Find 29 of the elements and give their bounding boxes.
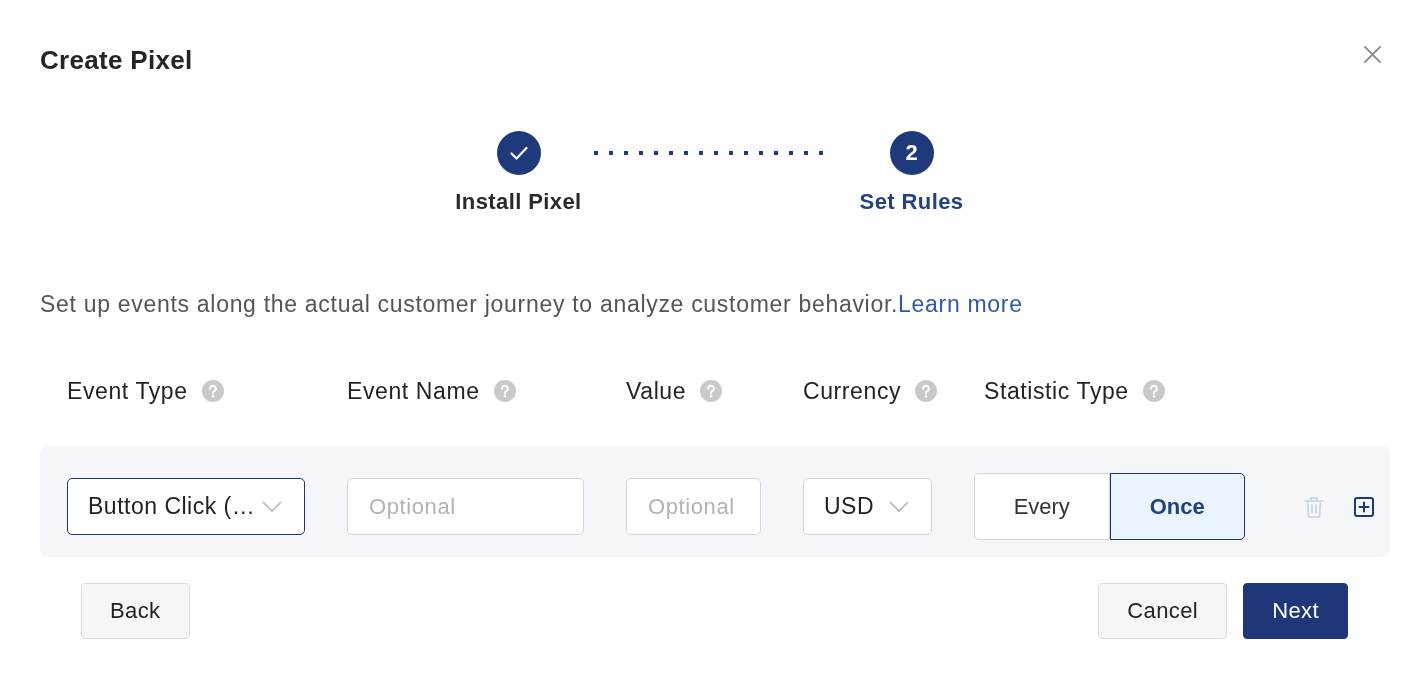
- cancel-button[interactable]: Cancel: [1098, 583, 1228, 639]
- plus-square-icon[interactable]: [1354, 496, 1374, 517]
- help-icon[interactable]: [915, 380, 938, 402]
- column-header: Statistic Type: [984, 377, 1129, 405]
- help-icon[interactable]: [1142, 380, 1165, 402]
- statistic-option[interactable]: Once: [1109, 473, 1245, 540]
- column-header: Event Type: [67, 377, 188, 405]
- event-type-select[interactable]: Button Click (…: [67, 478, 305, 535]
- help-icon[interactable]: [201, 380, 224, 402]
- intro-text: Set up events along the actual customer journey to analyze customer behavior.Learn more: [40, 290, 1023, 318]
- column-header: Value: [626, 377, 687, 405]
- next-button[interactable]: Next: [1243, 583, 1348, 639]
- step-label: Set Rules: [859, 189, 964, 215]
- step-label: Install Pixel: [455, 189, 582, 215]
- chevron-down-icon: [889, 500, 909, 513]
- chevron-down-icon: [262, 500, 282, 513]
- event-name-field[interactable]: Optional: [347, 478, 584, 535]
- column-header: Currency: [803, 377, 902, 405]
- help-icon[interactable]: [700, 380, 723, 402]
- currency-select[interactable]: USD: [803, 478, 932, 535]
- step-number: 2: [889, 131, 934, 175]
- close-icon[interactable]: [1363, 45, 1382, 64]
- help-icon[interactable]: [493, 380, 516, 402]
- dialog-title: Create Pixel: [40, 45, 193, 75]
- learn-more-link[interactable]: Learn more: [898, 291, 1023, 317]
- column-header: Event Name: [347, 377, 480, 405]
- value-field[interactable]: Optional: [626, 478, 761, 535]
- statistic-option[interactable]: Every: [974, 473, 1110, 540]
- back-button[interactable]: Back: [81, 583, 190, 639]
